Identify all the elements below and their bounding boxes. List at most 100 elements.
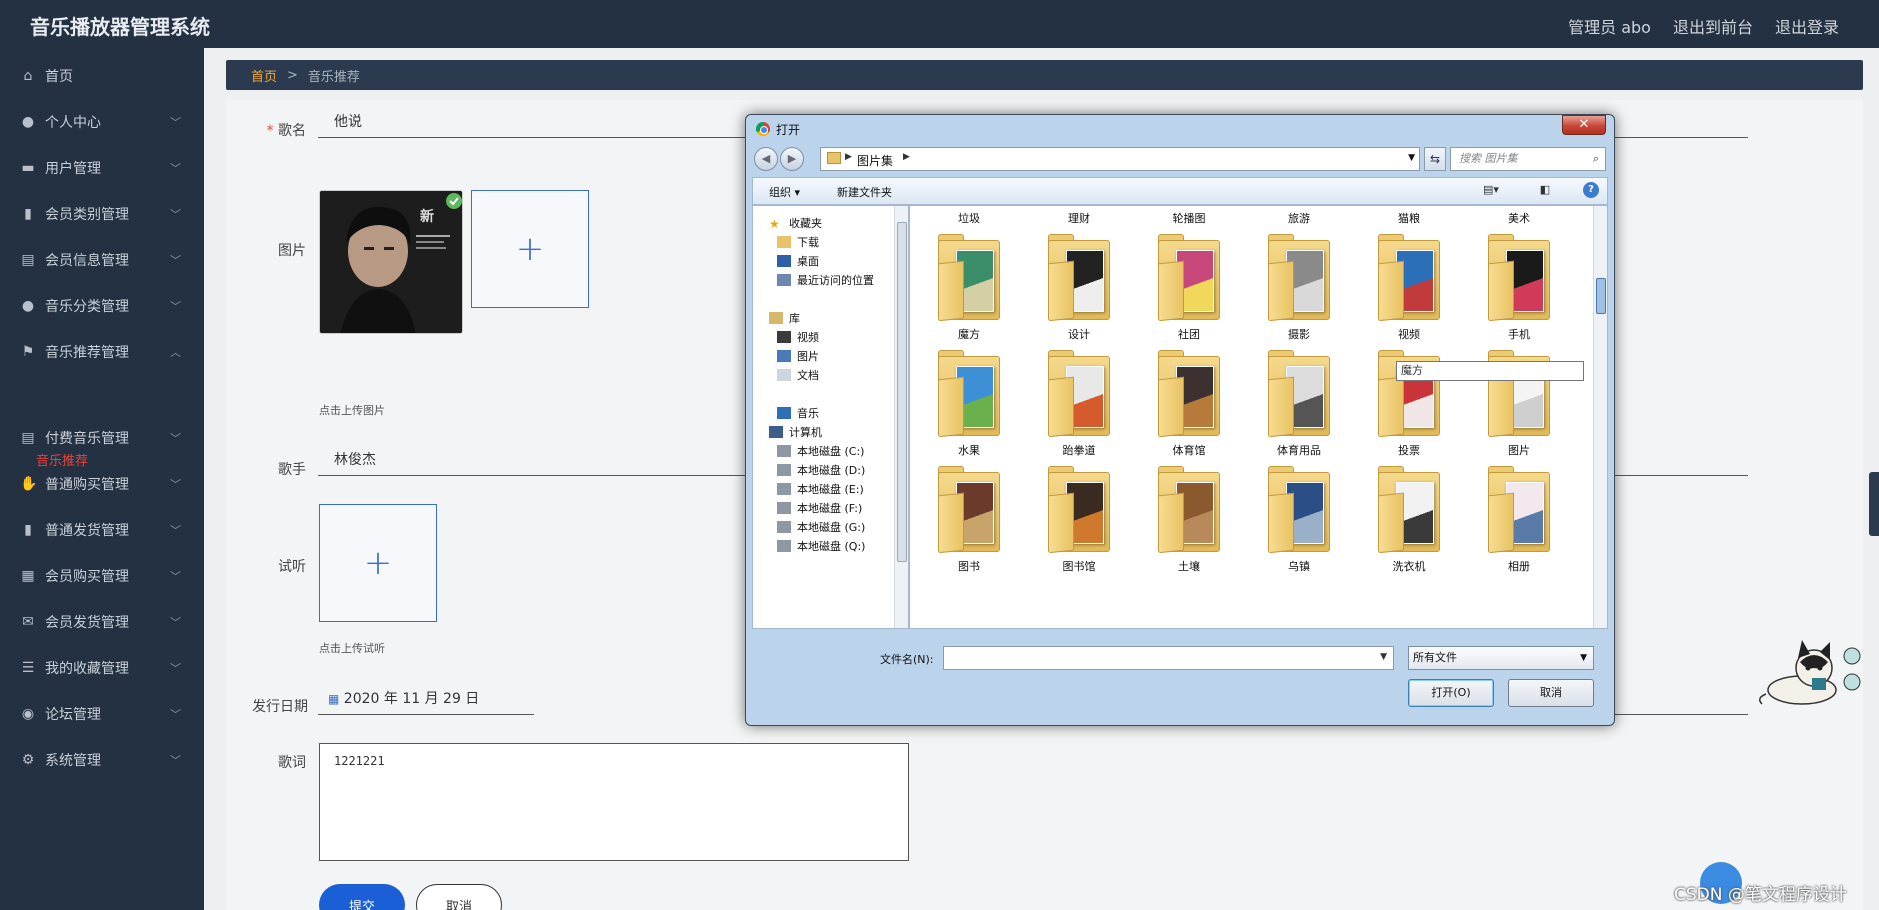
folder-item[interactable]: 乌镇 bbox=[1254, 466, 1344, 574]
sidebar-item-5[interactable]: ● 音乐分类管理 ﹀ bbox=[0, 284, 204, 328]
nav-pane-item[interactable]: 本地磁盘 (Q:) bbox=[777, 537, 865, 555]
folder-name: 轮播图 bbox=[1172, 212, 1206, 225]
nav-pane-item[interactable]: 图片 bbox=[777, 347, 819, 365]
nav-pane-item[interactable]: 本地磁盘 (E:) bbox=[777, 480, 864, 498]
folder-item[interactable]: 魔方 bbox=[924, 234, 1014, 342]
lyrics-textarea[interactable]: 1221221 bbox=[319, 743, 909, 861]
folder-item[interactable]: 跆拳道 bbox=[1034, 350, 1124, 458]
chevron-down-icon[interactable]: ▼ bbox=[1380, 652, 1387, 662]
sidebar-item-2[interactable]: ▬ 用户管理 ﹀ bbox=[0, 146, 204, 190]
sidebar-item-10[interactable]: ▦ 会员购买管理 ﹀ bbox=[0, 554, 204, 598]
nav-pane-item[interactable]: 本地磁盘 (F:) bbox=[777, 499, 862, 517]
cancel-button[interactable]: 取消 bbox=[416, 884, 502, 910]
sidebar-item-1[interactable]: ● 个人中心 ﹀ bbox=[0, 100, 204, 144]
nav-pane-item[interactable]: 本地磁盘 (C:) bbox=[777, 442, 864, 460]
breadcrumb-home[interactable]: 首页 bbox=[251, 66, 277, 85]
dialog-search-input[interactable]: 搜索 图片集 ⌕ bbox=[1450, 147, 1606, 171]
back-button[interactable]: ◀ bbox=[754, 147, 778, 171]
dialog-cancel-button[interactable]: 取消 bbox=[1508, 679, 1594, 707]
grid-icon: ▦ bbox=[21, 568, 35, 584]
preview-pane-icon[interactable]: ◧ bbox=[1537, 183, 1553, 197]
folder-item[interactable]: 手机 bbox=[1474, 234, 1564, 342]
folder-item[interactable]: 洗衣机 bbox=[1364, 466, 1454, 574]
logout-link[interactable]: 退出登录 bbox=[1775, 14, 1839, 38]
filename-input[interactable]: ▼ bbox=[943, 646, 1394, 670]
release-date-picker[interactable]: ▦ 2020 年 11 月 29 日 bbox=[318, 685, 534, 715]
folder-item-partial[interactable]: 理财 bbox=[1034, 210, 1124, 226]
chevron-down-icon[interactable]: ▼ bbox=[1408, 153, 1415, 163]
dialog-close-button[interactable]: ✕ bbox=[1562, 115, 1606, 135]
nav-pane-item[interactable]: ★ 收藏夹 bbox=[769, 214, 822, 232]
nav-pane-item[interactable]: 库 bbox=[769, 309, 800, 327]
nav-pane-item[interactable]: 桌面 bbox=[777, 252, 819, 270]
nav-pane-item[interactable]: 视频 bbox=[777, 328, 819, 346]
sidebar-item-8[interactable]: ✋ 普通购买管理 ﹀ bbox=[0, 462, 204, 506]
chevron-down-icon: ﹀ bbox=[170, 478, 181, 491]
folder-item[interactable]: 图书馆 bbox=[1034, 466, 1124, 574]
address-crumb[interactable]: 图片集 bbox=[857, 152, 893, 169]
sidebar-item-6[interactable]: ⚑ 音乐推荐管理 ︿ bbox=[0, 330, 204, 374]
sidebar-item-12[interactable]: ☰ 我的收藏管理 ﹀ bbox=[0, 646, 204, 690]
nav-pane-item[interactable]: 下载 bbox=[777, 233, 819, 251]
folder-name: 理财 bbox=[1068, 212, 1090, 225]
dialog-titlebar[interactable]: 打开 ✕ bbox=[746, 115, 1614, 143]
folder-item[interactable]: 水果 bbox=[924, 350, 1014, 458]
folder-item[interactable]: 社团 bbox=[1144, 234, 1234, 342]
refresh-button[interactable]: ⇆ bbox=[1424, 147, 1446, 171]
sidebar-subitem-active[interactable]: 音乐推荐 bbox=[36, 450, 88, 469]
folder-item[interactable]: 设计 bbox=[1034, 234, 1124, 342]
flag-icon: ⚑ bbox=[21, 344, 35, 360]
nav-pane-item[interactable]: 最近访问的位置 bbox=[777, 271, 874, 289]
sidebar-item-9[interactable]: ▮ 普通发货管理 ﹀ bbox=[0, 508, 204, 552]
folder-item-partial[interactable]: 美术 bbox=[1474, 210, 1564, 226]
sidebar-item-4[interactable]: ▤ 会员信息管理 ﹀ bbox=[0, 238, 204, 282]
address-bar[interactable]: ▶ 图片集 ▶ ▼ bbox=[820, 147, 1420, 171]
folder-name: 摄影 bbox=[1288, 328, 1310, 341]
new-folder-button[interactable]: 新建文件夹 bbox=[837, 184, 892, 200]
open-button[interactable]: 打开(O) bbox=[1408, 679, 1494, 707]
folder-icon bbox=[827, 152, 841, 164]
help-icon[interactable]: ? bbox=[1583, 182, 1599, 198]
folder-item[interactable]: 体育用品 bbox=[1254, 350, 1344, 458]
to-front-link[interactable]: 退出到前台 bbox=[1673, 14, 1753, 38]
folder-item[interactable]: 相册 bbox=[1474, 466, 1564, 574]
folder-item-partial[interactable]: 轮播图 bbox=[1144, 210, 1234, 226]
folder-item-partial[interactable]: 猫粮 bbox=[1364, 210, 1454, 226]
folder-item[interactable]: 图书 bbox=[924, 466, 1014, 574]
music-library-icon bbox=[777, 407, 791, 419]
sidebar-item-0[interactable]: ⌂ 首页 bbox=[0, 54, 204, 98]
sidebar-item-14[interactable]: ⚙ 系统管理 ﹀ bbox=[0, 738, 204, 782]
folder-item[interactable]: 体育馆 bbox=[1144, 350, 1234, 458]
filetype-select[interactable]: 所有文件 ▼ bbox=[1408, 646, 1594, 670]
audition-upload-button[interactable]: + bbox=[319, 504, 437, 622]
refresh-icon: ⇆ bbox=[1429, 152, 1441, 166]
chrome-icon bbox=[756, 122, 770, 136]
nav-pane-item[interactable]: 计算机 bbox=[769, 423, 822, 441]
folder-item-partial[interactable]: 垃圾 bbox=[924, 210, 1014, 226]
folder-item[interactable]: 土壤 bbox=[1144, 466, 1234, 574]
folder-item[interactable]: 摄影 bbox=[1254, 234, 1344, 342]
sidebar-item-13[interactable]: ◉ 论坛管理 ﹀ bbox=[0, 692, 204, 736]
files-pane-scrollbar[interactable] bbox=[1593, 206, 1607, 628]
sidebar-item-3[interactable]: ▮ 会员类别管理 ﹀ bbox=[0, 192, 204, 236]
nav-pane-item-label: 音乐 bbox=[797, 407, 819, 420]
files-scroll-thumb[interactable] bbox=[1596, 278, 1606, 314]
organize-menu[interactable]: 组织 ▾ bbox=[769, 184, 800, 200]
view-options-icon[interactable]: ▤▾ bbox=[1483, 183, 1499, 197]
sidebar-item-7[interactable]: ▤ 付费音乐管理 ﹀ bbox=[0, 416, 204, 460]
image-upload-button[interactable]: + bbox=[471, 190, 589, 308]
album-cover-thumbnail[interactable]: 新 bbox=[319, 190, 463, 334]
nav-pane-item[interactable]: 文档 bbox=[777, 366, 819, 384]
folder-item[interactable]: 视频 bbox=[1364, 234, 1454, 342]
folder-item-partial[interactable]: 旅游 bbox=[1254, 210, 1344, 226]
page-scroll-handle[interactable] bbox=[1869, 472, 1879, 536]
nav-pane-item[interactable]: 本地磁盘 (G:) bbox=[777, 518, 865, 536]
chevron-down-icon: ﹀ bbox=[170, 254, 181, 267]
nav-pane-item[interactable]: 音乐 bbox=[777, 404, 819, 422]
forward-button[interactable]: ▶ bbox=[780, 147, 804, 171]
nav-pane-item[interactable]: 本地磁盘 (D:) bbox=[777, 461, 865, 479]
submit-button[interactable]: 提交 bbox=[319, 884, 405, 910]
arrow-right-icon: ▶ bbox=[787, 152, 797, 165]
nav-pane-scrollbar[interactable] bbox=[894, 206, 908, 628]
sidebar-item-11[interactable]: ✉ 会员发货管理 ﹀ bbox=[0, 600, 204, 644]
